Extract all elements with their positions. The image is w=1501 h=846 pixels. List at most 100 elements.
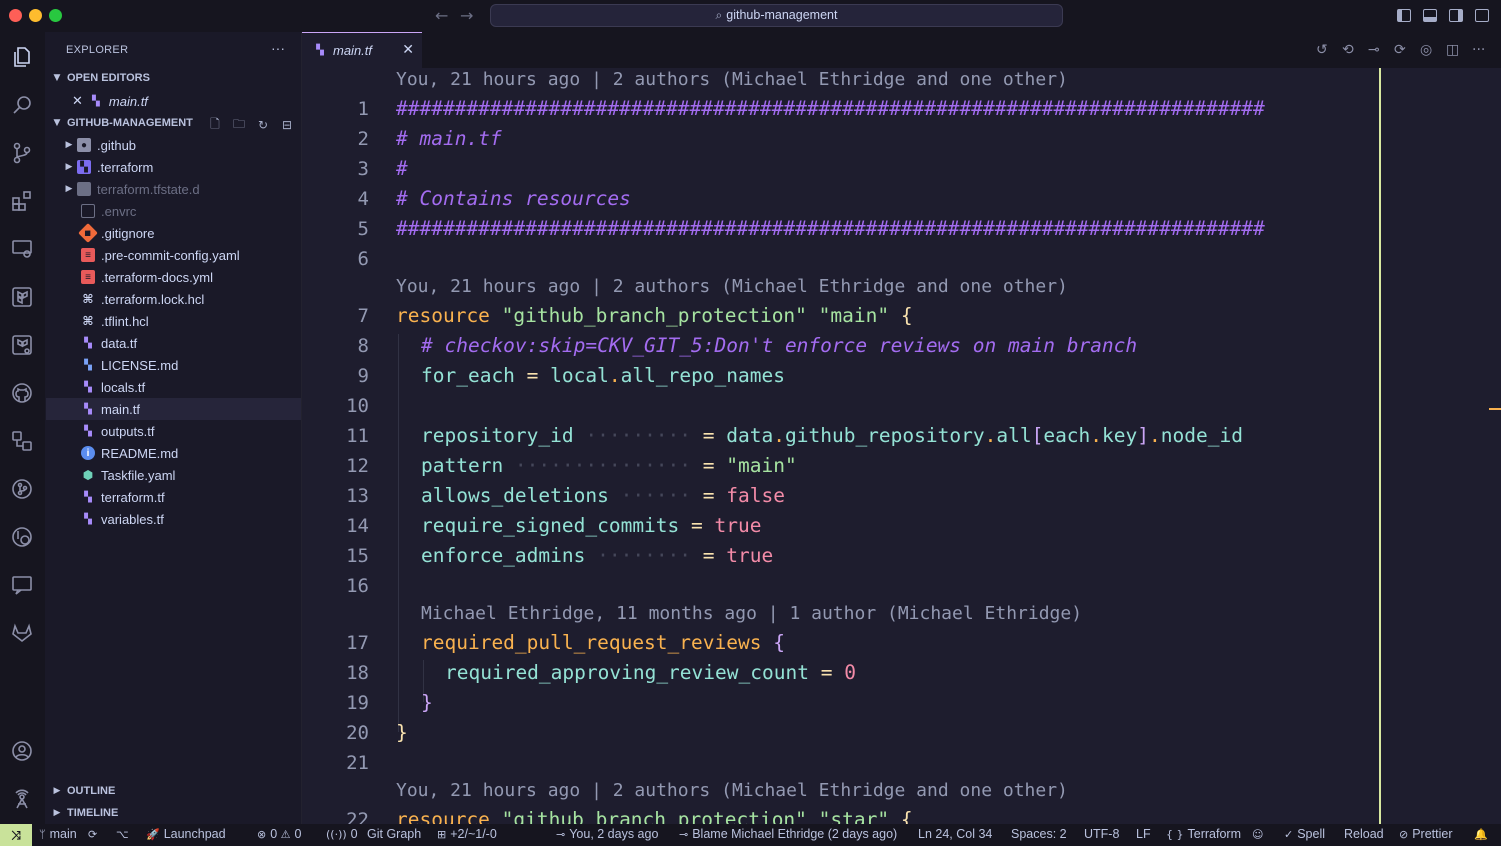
split-editor-icon[interactable]: ◫ — [1446, 42, 1459, 58]
indentation-status[interactable]: Spaces: 2 — [1011, 827, 1067, 841]
terraform-file-icon: ▚ — [84, 337, 92, 349]
cursor-position-status[interactable]: Ln 24, Col 34 — [918, 827, 992, 841]
remote-indicator-icon[interactable]: ⤨ — [0, 824, 32, 846]
previous-change-icon[interactable]: ⟲ — [1342, 42, 1354, 58]
tree-item-file-selected[interactable]: ▚ main.tf — [46, 398, 301, 420]
git-graph-icon[interactable] — [9, 476, 35, 502]
ports-status[interactable]: ((·)) 0 — [326, 827, 358, 841]
branch-status[interactable]: ᛘ main — [39, 827, 77, 841]
tree-item-file[interactable]: ⌘ .tflint.hcl — [46, 310, 301, 332]
spell-status[interactable]: ✓ Spell — [1284, 827, 1325, 841]
maximize-window-button[interactable] — [49, 9, 62, 22]
next-change-icon[interactable]: ⟳ — [1394, 42, 1406, 58]
blame-full-status[interactable]: ⊸ Blame Michael Ethridge (2 days ago) — [679, 827, 897, 841]
scrollbar-cursor-marker — [1489, 408, 1501, 410]
git-blame-annotation[interactable]: You, 21 hours ago | 2 authors (Michael E… — [396, 780, 1068, 801]
more-actions-icon[interactable]: ··· — [271, 40, 285, 56]
tree-item-folder[interactable]: ▶ ● .github — [46, 134, 301, 156]
copilot-icon[interactable]: ☺ — [1252, 827, 1267, 841]
git-blame-annotation[interactable]: You, 21 hours ago | 2 authors (Michael E… — [396, 69, 1068, 90]
toggle-secondary-sidebar-icon[interactable] — [1449, 9, 1463, 22]
minimize-window-button[interactable] — [29, 9, 42, 22]
workspace-folder-header[interactable]: ▼ GITHUB-MANAGEMENT — [51, 113, 193, 133]
tab-main-tf[interactable]: ▚ main.tf ✕ — [302, 32, 422, 68]
encoding-status[interactable]: UTF-8 — [1084, 827, 1119, 841]
git-blame-annotation[interactable]: Michael Ethridge, 11 months ago | 1 auth… — [421, 603, 1082, 624]
toggle-primary-sidebar-icon[interactable] — [1397, 9, 1411, 22]
manage-gear-icon[interactable] — [9, 786, 35, 812]
remote-explorer-icon[interactable] — [9, 236, 35, 262]
git-commit-icon[interactable]: ⌥ — [116, 827, 133, 841]
reload-status[interactable]: Reload — [1344, 827, 1384, 841]
outline-header[interactable]: ▶ OUTLINE — [51, 781, 116, 801]
git-branch-icon: ᛘ — [39, 828, 46, 841]
tree-item-file[interactable]: ⌘ .terraform.lock.hcl — [46, 288, 301, 310]
tree-item-file[interactable]: ▚ LICENSE.md — [46, 354, 301, 376]
extensions-icon[interactable] — [9, 188, 35, 214]
blame-short-status[interactable]: ⊸ You, 2 days ago — [556, 827, 658, 841]
problems-status[interactable]: ⊗ 0 ⚠ 0 — [257, 827, 301, 841]
close-window-button[interactable] — [9, 9, 22, 22]
language-mode-status[interactable]: { } Terraform — [1166, 827, 1241, 841]
chevron-right-icon: ▶ — [53, 786, 61, 796]
close-icon[interactable]: ✕ — [402, 42, 414, 58]
tree-item-folder[interactable]: ▶ ▚ .terraform — [46, 156, 301, 178]
tree-item-file[interactable]: i README.md — [46, 442, 301, 464]
git-blame-annotation[interactable]: You, 21 hours ago | 2 authors (Michael E… — [396, 276, 1068, 297]
search-icon[interactable] — [9, 92, 35, 118]
open-editor-item[interactable]: ✕ ▚ main.tf — [46, 90, 301, 112]
git-commit-icon[interactable]: ⊸ — [1368, 42, 1380, 58]
git-graph-status[interactable]: Git Graph — [367, 827, 421, 841]
forward-arrow-icon[interactable]: → — [460, 6, 473, 25]
tree-item-folder[interactable]: ▶ terraform.tfstate.d — [46, 178, 301, 200]
refresh-icon[interactable]: ↻ — [255, 117, 271, 133]
open-editors-header[interactable]: ▼ OPEN EDITORS — [51, 68, 150, 88]
tree-item-file[interactable]: ▚ outputs.tf — [46, 420, 301, 442]
command-center-search[interactable]: ⌕ github-management — [490, 4, 1063, 27]
code-editor[interactable]: You, 21 hours ago | 2 authors (Michael E… — [302, 68, 1501, 824]
back-arrow-icon[interactable]: ← — [435, 6, 448, 25]
explorer-icon[interactable] — [9, 44, 35, 70]
github-icon[interactable] — [9, 380, 35, 406]
chevron-down-icon: ▼ — [53, 73, 61, 83]
launchpad-status[interactable]: 🚀 Launchpad — [146, 827, 226, 841]
docker-icon[interactable] — [9, 428, 35, 454]
prettier-status[interactable]: ⊘ Prettier — [1399, 827, 1453, 841]
terraform-cloud-icon[interactable] — [9, 332, 35, 358]
outline-label: OUTLINE — [67, 785, 116, 797]
diff-icon: ⊞ — [437, 828, 447, 841]
collapse-all-icon[interactable]: ⊟ — [279, 117, 295, 133]
tree-item-file[interactable]: ▚ data.tf — [46, 332, 301, 354]
tree-item-file[interactable]: ▚ locals.tf — [46, 376, 301, 398]
accounts-icon[interactable] — [9, 738, 35, 764]
changes-status[interactable]: ⊞ +2/~1/-0 — [437, 827, 497, 841]
tree-item-file[interactable]: ▚ terraform.tf — [46, 486, 301, 508]
line-number: 13 — [346, 485, 369, 507]
tree-item-file[interactable]: ⬢ Taskfile.yaml — [46, 464, 301, 486]
gitlens-icon[interactable] — [9, 524, 35, 550]
customize-layout-icon[interactable] — [1475, 9, 1489, 22]
source-control-icon[interactable] — [9, 140, 35, 166]
tree-item-file[interactable]: ≡ .terraform-docs.yml — [46, 266, 301, 288]
tree-item-file[interactable]: .envrc — [46, 200, 301, 222]
tree-item-file[interactable]: ◆ .gitignore — [46, 222, 301, 244]
tree-item-file[interactable]: ▚ variables.tf — [46, 508, 301, 530]
open-changes-icon[interactable]: ◎ — [1420, 42, 1432, 58]
tree-item-file[interactable]: ≡ .pre-commit-config.yaml — [46, 244, 301, 266]
timeline-header[interactable]: ▶ TIMELINE — [51, 803, 119, 823]
chat-icon[interactable] — [9, 572, 35, 598]
timeline-history-icon[interactable]: ↺ — [1316, 42, 1328, 58]
new-folder-icon[interactable]: 🗀 — [231, 117, 247, 133]
line-number: 10 — [346, 395, 369, 417]
code-line: allows_deletions ······ = false — [421, 484, 785, 507]
terraform-icon[interactable] — [9, 284, 35, 310]
hcl-file-icon: ⌘ — [82, 292, 94, 306]
sync-icon[interactable]: ⟳ — [88, 827, 101, 841]
gitlab-icon[interactable] — [9, 620, 35, 646]
new-file-icon[interactable]: 🗋 — [207, 117, 223, 133]
more-actions-icon[interactable]: ··· — [1472, 42, 1485, 58]
eol-status[interactable]: LF — [1136, 827, 1151, 841]
notifications-bell-icon[interactable]: 🔔 — [1474, 827, 1492, 841]
close-icon[interactable]: ✕ — [72, 94, 83, 109]
toggle-panel-icon[interactable] — [1423, 9, 1437, 22]
